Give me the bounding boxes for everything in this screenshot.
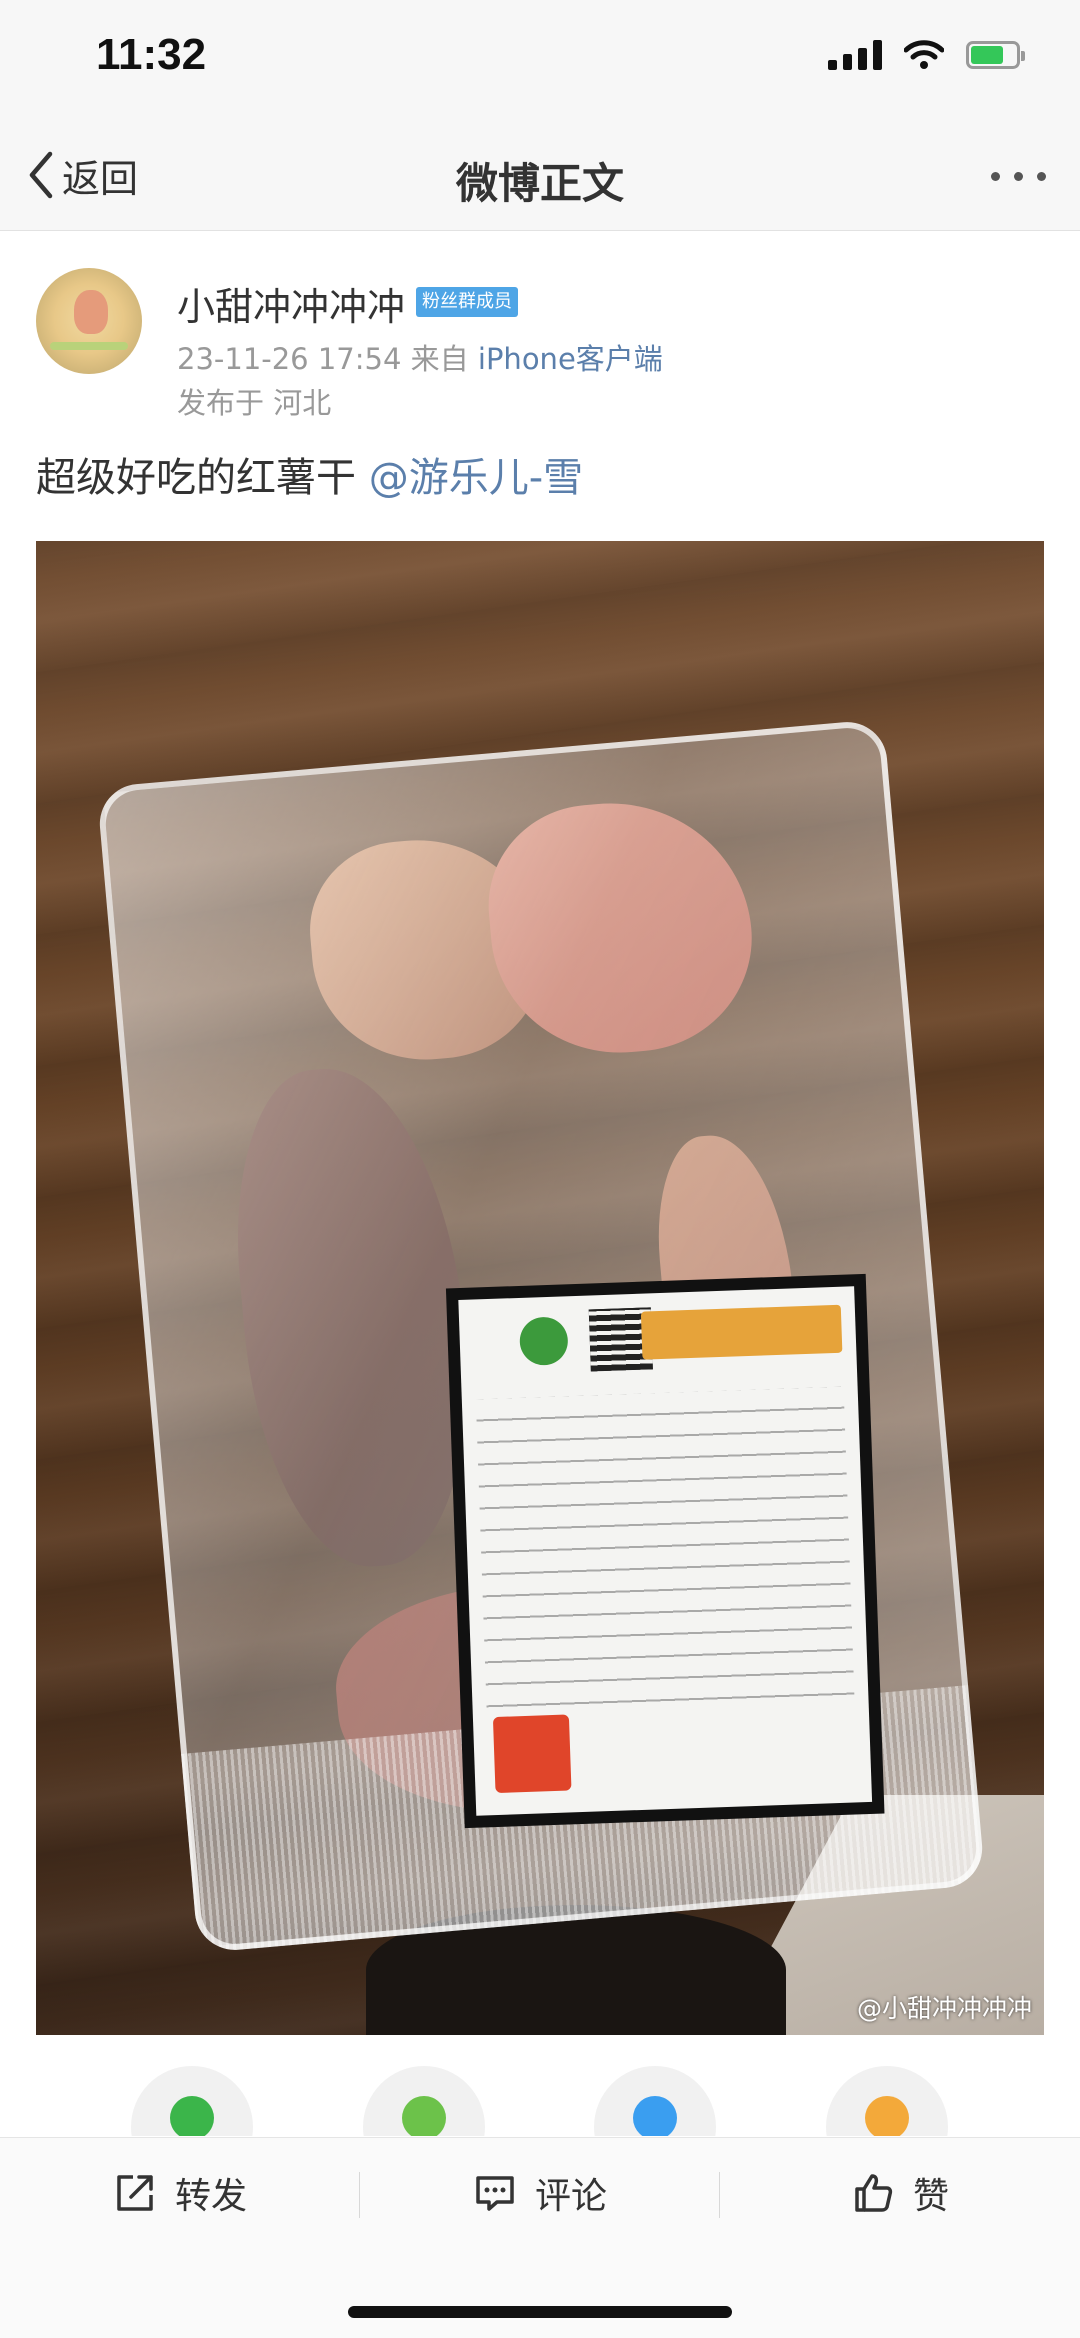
thumbs-up-icon	[855, 2174, 893, 2212]
battery-icon	[966, 41, 1025, 69]
more-dot-icon	[1037, 172, 1046, 181]
status-bar: 11:32	[0, 0, 1080, 120]
more-dot-icon	[991, 172, 1000, 181]
nav-bar: 返回 微博正文	[0, 120, 1080, 231]
snack-bag	[96, 718, 986, 1954]
post-meta: 23-11-26 17:54 来自 iPhone客户端	[177, 336, 663, 378]
like-button[interactable]: 赞	[720, 2138, 1080, 2248]
source-prefix: 来自	[410, 342, 469, 376]
mention-link[interactable]: @游乐儿-雪	[369, 455, 583, 501]
post-text: 超级好吃的红薯干 @游乐儿-雪	[36, 445, 583, 503]
fan-badge[interactable]: 粉丝群成员	[416, 287, 518, 317]
qq-share-icon[interactable]	[594, 2066, 716, 2136]
more-dot-icon	[1014, 172, 1023, 181]
home-indicator	[348, 2306, 732, 2318]
avatar[interactable]	[36, 268, 142, 374]
comment-icon	[476, 2176, 514, 2211]
repost-icon	[117, 2175, 153, 2211]
repost-button[interactable]: 转发	[0, 2138, 360, 2248]
signal-icon	[828, 40, 882, 70]
comment-button[interactable]: 评论	[360, 2138, 720, 2248]
more-options-button[interactable]	[991, 162, 1046, 191]
status-icons	[828, 40, 1025, 70]
image-watermark: @小甜冲冲冲冲	[856, 1994, 1032, 2023]
share-row	[0, 2066, 1080, 2136]
post-timestamp: 23-11-26 17:54	[177, 342, 402, 376]
comment-label: 评论	[534, 2176, 607, 2217]
page-title: 微博正文	[455, 159, 624, 208]
author-name[interactable]: 小甜冲冲冲冲	[177, 276, 405, 331]
product-label	[445, 1273, 885, 1829]
post-source: iPhone客户端	[477, 342, 663, 376]
post-body: 超级好吃的红薯干	[36, 455, 356, 501]
action-bar: 转发 评论 赞	[0, 2137, 1080, 2338]
like-label: 赞	[912, 2176, 949, 2217]
wechat-share-icon[interactable]	[131, 2066, 253, 2136]
moments-share-icon[interactable]	[363, 2066, 485, 2136]
post-image[interactable]: @小甜冲冲冲冲	[36, 541, 1044, 2035]
qzone-share-icon[interactable]	[826, 2066, 948, 2136]
status-time: 11:32	[96, 30, 207, 79]
post-location: 发布于 河北	[177, 386, 332, 420]
repost-label: 转发	[174, 2176, 247, 2217]
wifi-icon	[904, 40, 944, 69]
